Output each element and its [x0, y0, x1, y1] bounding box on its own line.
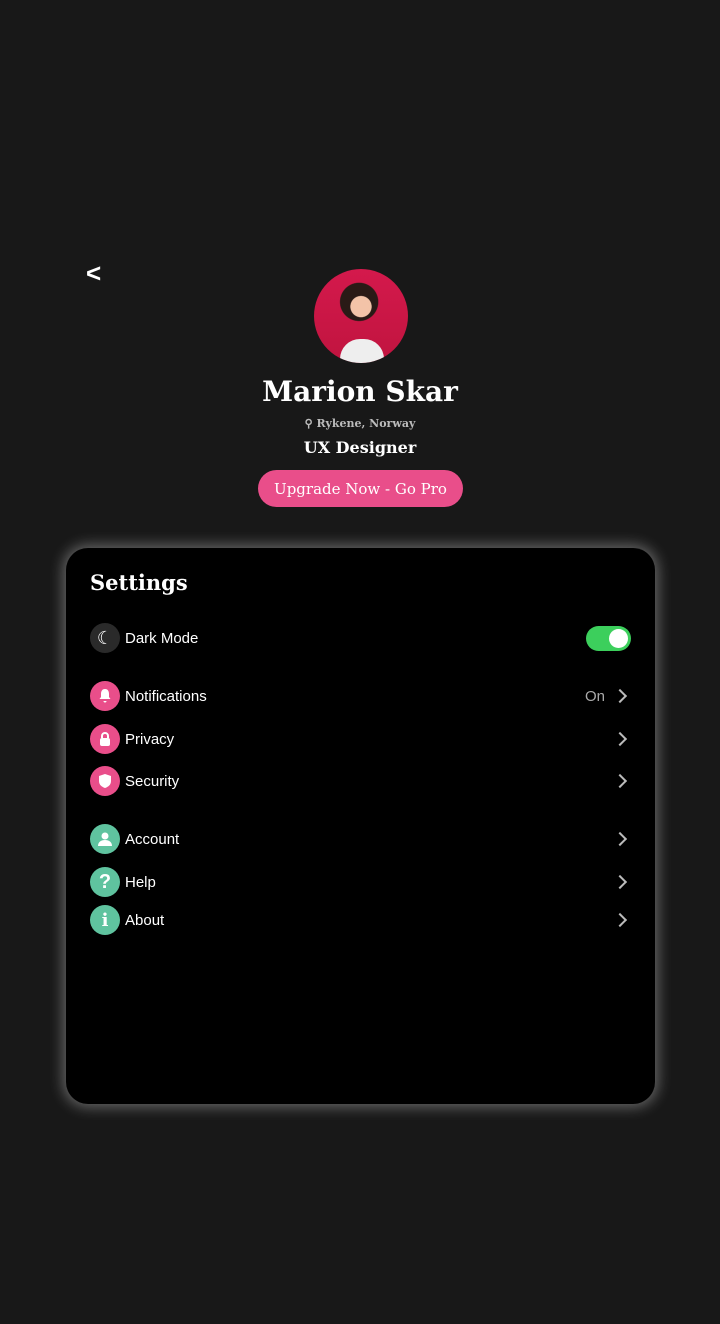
- chevron-right-icon: [612, 912, 628, 928]
- chevron-right-icon: [612, 731, 628, 747]
- chevron-right-icon: [612, 688, 628, 704]
- avatar: [314, 269, 408, 363]
- settings-item-account[interactable]: Account: [90, 823, 631, 855]
- profile-role: UX Designer: [303, 438, 417, 457]
- location-pin-icon: ⚲: [304, 417, 317, 430]
- profile-name: Marion Skar: [262, 375, 458, 408]
- item-label: Help: [125, 873, 156, 891]
- help-icon: ?: [90, 867, 120, 897]
- info-icon: i: [90, 905, 120, 935]
- settings-item-notifications[interactable]: Notifications On: [90, 680, 631, 712]
- shield-icon: [90, 766, 120, 796]
- item-label: Privacy: [125, 730, 175, 748]
- settings-card: Settings ☾ Dark Mode Notifications On Pr…: [66, 548, 655, 1104]
- settings-item-privacy[interactable]: Privacy: [90, 723, 631, 755]
- bell-icon: [90, 681, 120, 711]
- lock-icon: [90, 724, 120, 754]
- settings-item-security[interactable]: Security: [90, 765, 631, 797]
- chevron-right-icon: [612, 773, 628, 789]
- moon-icon: ☾: [90, 623, 120, 653]
- settings-item-about[interactable]: i About: [90, 904, 631, 936]
- item-label: Notifications: [125, 687, 207, 705]
- dark-mode-label: Dark Mode: [125, 629, 199, 647]
- notifications-value: On: [584, 687, 605, 705]
- profile-location: ⚲ Rykene, Norway: [0, 417, 720, 430]
- item-label: About: [125, 911, 165, 929]
- dark-mode-toggle[interactable]: [586, 625, 631, 651]
- dark-mode-row: ☾ Dark Mode: [90, 622, 631, 654]
- settings-title: Settings: [90, 570, 188, 595]
- upgrade-button[interactable]: Upgrade Now - Go Pro: [258, 470, 463, 507]
- item-label: Account: [125, 830, 180, 848]
- chevron-right-icon: [612, 831, 628, 847]
- item-label: Security: [125, 772, 180, 790]
- location-text: Rykene, Norway: [316, 417, 416, 430]
- settings-item-help[interactable]: ? Help: [90, 866, 631, 898]
- back-button[interactable]: <: [86, 258, 101, 289]
- chevron-right-icon: [612, 874, 628, 890]
- user-icon: [90, 824, 120, 854]
